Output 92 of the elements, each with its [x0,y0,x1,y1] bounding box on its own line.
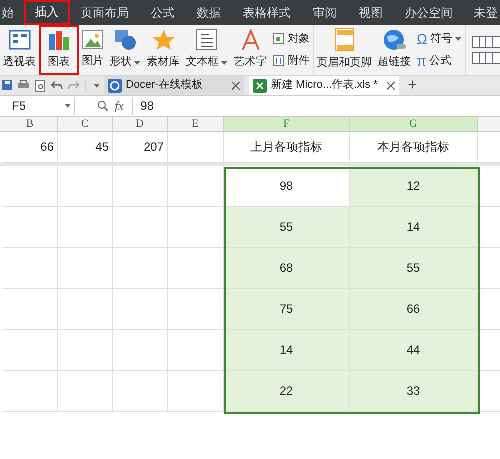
table-cell: 55 [350,248,478,289]
table-cell [168,330,224,371]
table-cell: 66 [3,132,58,163]
undo-icon[interactable] [51,80,63,90]
table-cell: 上月各项指标 [224,132,350,163]
account-label[interactable]: 未登 [474,4,500,22]
symbol-glyph: Ω [417,32,428,46]
table-cell [3,371,58,412]
close-icon[interactable] [232,82,240,90]
table-cell: 75 [224,289,350,330]
save-icon[interactable] [2,80,13,91]
document-tab[interactable]: 新建 Micro...作表.xls * [249,76,399,95]
table-cell: 44 [350,330,478,371]
document-tab[interactable]: Docer-在线模板 [104,76,244,95]
symbol-glyph: π [417,54,427,68]
table-cell [3,330,58,371]
column-header[interactable]: B [3,117,58,131]
table-cell: 66 [350,289,478,330]
print-icon[interactable] [18,80,30,91]
table-icon [8,29,30,52]
caret-icon [65,104,71,108]
table-cell: 45 [58,132,113,163]
zoom-icon[interactable] [97,100,109,112]
menu-tab[interactable]: 审阅 [302,0,348,25]
globe-icon [382,29,406,52]
table-cell [168,248,224,289]
new-tab-button[interactable]: + [404,78,422,94]
function-button[interactable]: fx [115,97,133,115]
close-icon[interactable] [387,82,395,90]
menu-tab[interactable]: 插入 [24,0,70,25]
menu-tab[interactable]: 办公空间 [394,0,464,25]
table-cell [3,207,58,248]
table-cell [168,289,224,330]
table-cell: 14 [224,330,350,371]
table-cell [3,248,58,289]
table-cell: 22 [224,371,350,412]
dropdown-icon[interactable] [85,80,99,90]
menu-tab[interactable]: 表格样式 [232,0,302,25]
table-cell [113,248,168,289]
menu-tab[interactable]: 数据 [186,0,232,25]
ribbon-button[interactable]: 对象 [273,30,310,47]
text-box-icon [196,29,218,52]
attachment-icon [273,55,285,68]
table-cell: 本月各项指标 [350,132,478,163]
star-icon [152,29,176,52]
menu-tab[interactable]: 始 [0,0,24,25]
table-cell: 12 [350,166,478,207]
name-box[interactable]: F5 [0,97,75,115]
ribbon-button[interactable]: 透视表 [0,25,39,75]
ribbon-button[interactable]: 图表 [39,25,79,75]
docer-icon [108,78,122,92]
ribbon-button[interactable]: 页眉和页脚 [314,25,375,75]
table-cell [58,248,113,289]
menu-tab[interactable]: 视图 [348,0,394,25]
table-cell [168,207,224,248]
ribbon-button[interactable]: 艺术字 [231,25,270,75]
table-cell [113,330,168,371]
table-cell [58,207,113,248]
menu-tab[interactable]: 公式 [140,0,186,25]
table-cell [58,330,113,371]
table-cell [3,289,58,330]
table-cell [58,289,113,330]
ribbon-button[interactable]: 形状 [107,25,144,75]
table-cell: 14 [350,207,478,248]
spreadsheet-icon [253,78,267,92]
table-cell [113,207,168,248]
ribbon-button[interactable]: 素材库 [144,25,183,75]
preview-icon[interactable] [35,80,46,92]
object-icon [273,32,285,45]
letter-a-icon [240,29,262,52]
shapes-icon [114,29,138,52]
ribbon-button[interactable]: 超链接 [375,25,414,75]
formula-field[interactable]: 98 [140,97,154,115]
table-cell: 55 [224,207,350,248]
ribbon-button[interactable]: 文本框 [183,25,231,75]
bar-chart-icon [47,29,71,52]
table-cell [168,371,224,412]
table-cell: 33 [350,371,478,412]
table-cell: 207 [113,132,168,163]
column-header[interactable]: C [58,117,113,131]
page-icon [334,28,354,52]
table-cell: 68 [224,248,350,289]
ribbon-button[interactable]: 附件 [273,53,310,70]
ribbon-button[interactable]: 图片 [79,25,107,75]
menu-tab[interactable]: 页面布局 [70,0,140,25]
ribbon-button[interactable]: Ω 符号 [417,30,462,47]
image-icon [82,30,104,50]
table-cell [113,371,168,412]
table-cell [58,371,113,412]
column-header[interactable]: D [113,117,168,131]
table-cell [113,289,168,330]
ribbon-button[interactable]: π 公式 [417,53,462,70]
